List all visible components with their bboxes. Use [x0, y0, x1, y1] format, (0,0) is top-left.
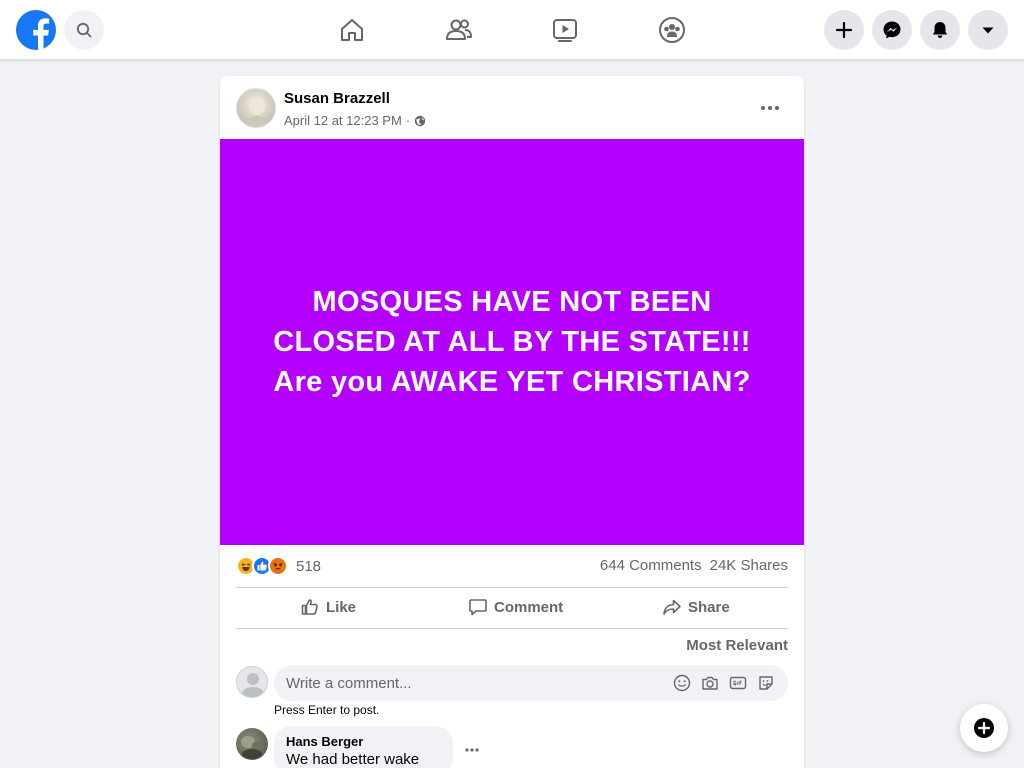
home-icon: [341, 19, 363, 41]
post-image[interactable]: MOSQUES HAVE NOT BEEN CLOSED AT ALL BY T…: [220, 139, 804, 545]
comment-icon: [469, 599, 487, 616]
post-options-button[interactable]: [752, 90, 788, 126]
facebook-logo[interactable]: [16, 10, 56, 50]
commenter-photo: [241, 736, 264, 759]
post-card: Susan Brazzell April 12 at 12:23 PM · MO…: [220, 76, 804, 768]
messenger-icon: [883, 21, 901, 39]
haha-face: [239, 559, 253, 573]
notifications-button[interactable]: [920, 10, 960, 50]
press-enter-hint: Press Enter to post.: [274, 703, 380, 717]
comment-input[interactable]: [286, 674, 666, 692]
divider: [236, 587, 788, 588]
post-author-name[interactable]: Susan Brazzell: [284, 90, 390, 107]
commenter-avatar[interactable]: [236, 728, 268, 760]
account-menu-icon: [982, 27, 994, 34]
like-label: Like: [326, 598, 357, 616]
meta-separator: ·: [405, 113, 411, 128]
comment-bubble: Hans Berger We had better wake up!: [274, 726, 453, 768]
post-image-line-2: CLOSED AT ALL BY THE STATE!!!: [273, 326, 751, 358]
share-label: Share: [688, 598, 730, 616]
author-photo: [245, 97, 269, 127]
post-image-line-3: Are you AWAKE YET CHRISTIAN?: [273, 366, 751, 398]
friends-icon: [446, 19, 472, 40]
messenger-button[interactable]: [872, 10, 912, 50]
comment-button[interactable]: Comment: [468, 589, 563, 625]
account-menu-button[interactable]: [968, 10, 1008, 50]
comment-sort-dropdown[interactable]: Most Relevant: [686, 637, 788, 654]
nav-home[interactable]: [332, 10, 372, 50]
nav-watch[interactable]: [545, 10, 585, 50]
author-avatar[interactable]: [236, 88, 276, 128]
more-options-icon: [761, 106, 779, 110]
plus-icon: [835, 21, 853, 39]
reaction-summary[interactable]: 518: [236, 556, 321, 576]
search-icon: [76, 22, 92, 38]
post-image-text: MOSQUES HAVE NOT BEEN CLOSED AT ALL BY T…: [273, 282, 751, 402]
emoji-button[interactable]: [672, 673, 692, 693]
post-stats: 644 Comments 24K Shares: [600, 557, 788, 574]
comment-options-button[interactable]: [462, 740, 482, 760]
reaction-count[interactable]: 518: [296, 558, 321, 575]
photo-button[interactable]: [700, 673, 720, 693]
create-button[interactable]: [824, 10, 864, 50]
comments-count[interactable]: 644 Comments: [600, 557, 702, 574]
compose-plus-icon: [974, 718, 994, 738]
search-button[interactable]: [64, 10, 104, 50]
emoji-icon: [673, 674, 691, 692]
post-image-line-1: MOSQUES HAVE NOT BEEN: [312, 286, 712, 318]
like-button[interactable]: Like: [300, 589, 356, 625]
nav-groups[interactable]: [652, 10, 692, 50]
gif-button[interactable]: [728, 673, 748, 693]
commenter-name[interactable]: Hans Berger: [286, 734, 441, 749]
shares-count[interactable]: 24K Shares: [710, 557, 788, 574]
post-timestamp[interactable]: April 12 at 12:23 PM: [284, 113, 402, 128]
thumbs-up-icon: [301, 599, 318, 615]
facebook-logo-icon: [33, 18, 50, 50]
watch-icon: [553, 19, 577, 42]
share-button[interactable]: Share: [662, 589, 730, 625]
share-icon: [663, 599, 681, 615]
top-navigation-bar: [0, 0, 1024, 60]
groups-icon: [659, 17, 685, 43]
new-message-button[interactable]: [960, 704, 1008, 752]
post-meta: April 12 at 12:23 PM ·: [284, 113, 426, 128]
comment-box: [274, 665, 788, 701]
notifications-icon: [932, 22, 948, 38]
gif-icon: [729, 676, 747, 690]
current-user-avatar: [236, 666, 268, 698]
camera-icon: [702, 676, 718, 690]
sticker-icon: [759, 676, 773, 690]
comment-label: Comment: [494, 598, 564, 616]
more-options-icon: [465, 748, 479, 752]
globe-icon[interactable]: [414, 115, 426, 127]
sticker-button[interactable]: [756, 673, 776, 693]
angry-face: [271, 559, 285, 573]
default-avatar-icon: [241, 673, 265, 697]
thumbs-up-mini: [257, 561, 267, 571]
nav-friends[interactable]: [439, 10, 479, 50]
comment-text: We had better wake up!: [286, 751, 420, 768]
divider: [236, 628, 788, 629]
angry-reaction-icon: [268, 556, 288, 576]
